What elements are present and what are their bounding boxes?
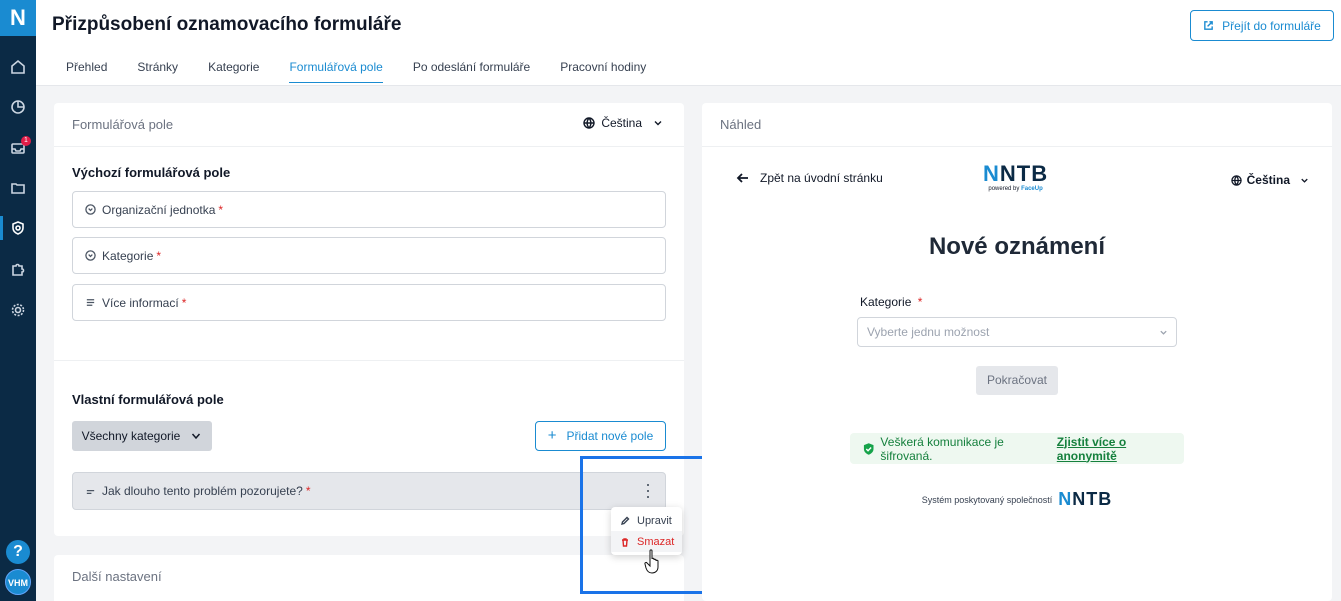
provider-logo: NNTB bbox=[1058, 489, 1112, 510]
add-field-button[interactable]: + Přidat nové pole bbox=[535, 421, 666, 451]
folder-icon[interactable] bbox=[8, 178, 28, 198]
external-link-icon bbox=[1204, 21, 1213, 30]
globe-icon bbox=[583, 117, 596, 129]
required-marker: * bbox=[917, 295, 923, 309]
tab-working-hours[interactable]: Pracovní hodiny bbox=[560, 60, 646, 83]
preview-language-select[interactable]: Čeština bbox=[1230, 173, 1310, 187]
default-field-more-info[interactable]: Více informací * bbox=[72, 284, 666, 321]
language-select-label: Čeština bbox=[601, 116, 642, 130]
tab-form-fields[interactable]: Formulářová pole bbox=[289, 60, 383, 83]
brand-logo: NNTB powered by FaceUp bbox=[983, 161, 1049, 193]
required-marker: * bbox=[305, 484, 311, 498]
required-marker: * bbox=[156, 248, 162, 263]
back-link[interactable]: Zpět na úvodní stránku bbox=[736, 171, 883, 185]
text-lines-icon bbox=[85, 297, 96, 308]
brand-rest: NTB bbox=[999, 161, 1049, 186]
puzzle-icon[interactable] bbox=[8, 259, 28, 279]
tab-after-submit[interactable]: Po odeslání formuláře bbox=[413, 60, 530, 83]
more-settings-title: Další nastavení bbox=[72, 569, 162, 584]
back-link-label: Zpět na úvodní stránku bbox=[760, 171, 883, 185]
select-placeholder: Vyberte jednu možnost bbox=[867, 325, 990, 339]
custom-field-row[interactable]: Jak dlouho tento problém pozorujete? * bbox=[72, 472, 666, 510]
brand-faceup: FaceUp bbox=[1021, 186, 1043, 192]
highlight-frame bbox=[580, 456, 719, 594]
goto-form-label: Přejít do formuláře bbox=[1222, 18, 1321, 33]
app-logo[interactable]: N bbox=[0, 0, 36, 36]
chevron-down-icon bbox=[1160, 330, 1167, 335]
preview-heading: Nové oznámení bbox=[928, 233, 1106, 260]
default-fields-title: Výchozí formulářová pole bbox=[72, 165, 231, 180]
arrow-left-icon bbox=[736, 173, 748, 183]
help-button[interactable]: ? bbox=[6, 540, 30, 564]
continue-button[interactable]: Pokračovat bbox=[976, 366, 1058, 395]
encryption-text: Veškerá komunikace je šifrovaná. bbox=[880, 434, 1004, 463]
category-filter-label: Všechny kategorie bbox=[81, 429, 181, 443]
field-label: Jak dlouho tento problém pozorujete? bbox=[102, 484, 303, 498]
language-select[interactable]: Čeština bbox=[583, 116, 664, 130]
globe-icon bbox=[1230, 174, 1242, 186]
preview-category-text: Kategorie bbox=[860, 295, 912, 309]
provided-by: Systém poskytovaný společností NNTB bbox=[702, 489, 1332, 510]
default-field-category[interactable]: Kategorie * bbox=[72, 237, 666, 274]
tab-pages[interactable]: Stránky bbox=[137, 60, 178, 83]
tab-bar: Přehled Stránky Kategorie Formulářová po… bbox=[66, 60, 676, 83]
home-icon[interactable] bbox=[8, 57, 28, 77]
tab-categories[interactable]: Kategorie bbox=[208, 60, 259, 83]
form-fields-panel-header: Formulářová pole Čeština bbox=[54, 103, 684, 147]
custom-fields-title: Vlastní formulářová pole bbox=[72, 392, 224, 407]
avatar[interactable]: VHM bbox=[5, 569, 31, 595]
notification-badge: 1 bbox=[21, 136, 31, 146]
sidebar: N 1 ? VHM bbox=[0, 0, 36, 601]
tab-overview[interactable]: Přehled bbox=[66, 60, 107, 83]
required-marker: * bbox=[218, 202, 224, 217]
page-title: Přizpůsobení oznamovacího formuláře bbox=[52, 14, 402, 35]
field-label: Kategorie bbox=[102, 248, 154, 263]
section-divider bbox=[54, 360, 684, 361]
field-label: Více informací bbox=[102, 295, 179, 310]
required-marker: * bbox=[181, 295, 187, 310]
page-header: Přizpůsobení oznamovacího formuláře Přej… bbox=[36, 0, 1341, 86]
gear-icon[interactable] bbox=[8, 300, 28, 320]
encryption-banner: Veškerá komunikace je šifrovaná. Zjistit… bbox=[850, 433, 1184, 464]
preview-panel-header: Náhled bbox=[702, 103, 1332, 147]
chart-icon[interactable] bbox=[8, 97, 28, 117]
provider-logo-rest: NTB bbox=[1072, 489, 1113, 509]
field-label: Organizační jednotka bbox=[102, 202, 216, 217]
dropdown-circle-icon bbox=[85, 250, 96, 261]
provider-logo-first: N bbox=[1058, 489, 1073, 509]
anonymity-link[interactable]: Zjistit více o anonymitě bbox=[1057, 435, 1184, 463]
plus-icon: + bbox=[547, 427, 557, 444]
add-field-label: Přidat nové pole bbox=[566, 429, 654, 443]
form-fields-panel-title: Formulářová pole bbox=[72, 117, 174, 132]
chevron-down-icon bbox=[1301, 178, 1308, 183]
settings-shield-icon[interactable] bbox=[8, 218, 28, 238]
chevron-down-icon bbox=[192, 433, 201, 440]
default-field-org-unit[interactable]: Organizační jednotka * bbox=[72, 191, 666, 228]
preview-body: Zpět na úvodní stránku NNTB powered by F… bbox=[702, 147, 1332, 601]
dropdown-circle-icon bbox=[85, 204, 96, 215]
goto-form-button[interactable]: Přejít do formuláře bbox=[1190, 10, 1334, 41]
preview-panel-title: Náhled bbox=[720, 117, 762, 132]
preview-category-label: Kategorie * bbox=[860, 295, 922, 309]
brand-powered: powered by bbox=[988, 186, 1020, 192]
sidebar-active-indicator bbox=[0, 216, 3, 240]
preview-panel: Náhled Zpět na úvodní stránku NNTB power… bbox=[702, 103, 1332, 601]
provided-by-text: Systém poskytovaný společností bbox=[921, 494, 1053, 505]
preview-category-select[interactable]: Vyberte jednu možnost bbox=[857, 317, 1177, 347]
short-text-icon bbox=[85, 486, 96, 497]
preview-language-label: Čeština bbox=[1246, 173, 1290, 187]
chevron-down-icon bbox=[654, 121, 662, 126]
brand-first-letter: N bbox=[983, 161, 1000, 186]
category-filter-dropdown[interactable]: Všechny kategorie bbox=[72, 421, 212, 451]
shield-check-icon bbox=[863, 442, 874, 455]
